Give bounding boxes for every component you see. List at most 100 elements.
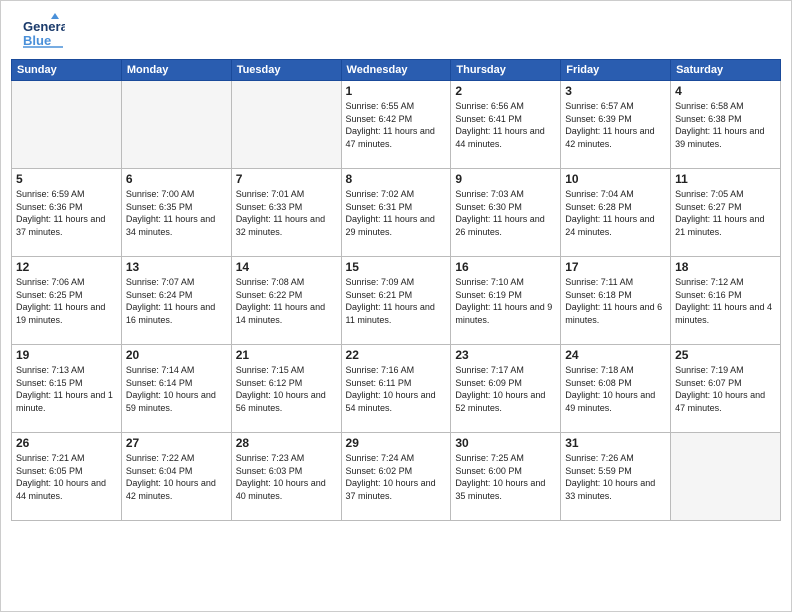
day-cell: 11 Sunrise: 7:05 AMSunset: 6:27 PMDayligh… (671, 169, 781, 257)
calendar-table: SundayMondayTuesdayWednesdayThursdayFrid… (11, 59, 781, 521)
day-number: 5 (16, 172, 117, 186)
day-cell: 3 Sunrise: 6:57 AMSunset: 6:39 PMDaylight… (561, 81, 671, 169)
day-number: 10 (565, 172, 666, 186)
day-info: Sunrise: 7:07 AMSunset: 6:24 PMDaylight:… (126, 276, 227, 326)
day-number: 2 (455, 84, 556, 98)
day-info: Sunrise: 7:23 AMSunset: 6:03 PMDaylight:… (236, 452, 337, 502)
day-number: 22 (346, 348, 447, 362)
day-number: 29 (346, 436, 447, 450)
day-cell: 23 Sunrise: 7:17 AMSunset: 6:09 PMDayligh… (451, 345, 561, 433)
day-number: 4 (675, 84, 776, 98)
svg-text:General: General (23, 19, 65, 34)
day-cell: 5 Sunrise: 6:59 AMSunset: 6:36 PMDaylight… (12, 169, 122, 257)
day-cell: 17 Sunrise: 7:11 AMSunset: 6:18 PMDayligh… (561, 257, 671, 345)
day-cell (121, 81, 231, 169)
calendar-page: General Blue SundayMondayTuesdayWednesda… (0, 0, 792, 612)
day-info: Sunrise: 7:12 AMSunset: 6:16 PMDaylight:… (675, 276, 776, 326)
day-cell: 15 Sunrise: 7:09 AMSunset: 6:21 PMDayligh… (341, 257, 451, 345)
weekday-header-saturday: Saturday (671, 60, 781, 81)
day-number: 14 (236, 260, 337, 274)
day-number: 1 (346, 84, 447, 98)
day-number: 3 (565, 84, 666, 98)
day-info: Sunrise: 7:10 AMSunset: 6:19 PMDaylight:… (455, 276, 556, 326)
header: General Blue (1, 1, 791, 59)
day-number: 12 (16, 260, 117, 274)
day-number: 26 (16, 436, 117, 450)
day-number: 24 (565, 348, 666, 362)
day-cell: 24 Sunrise: 7:18 AMSunset: 6:08 PMDayligh… (561, 345, 671, 433)
day-cell: 18Sunrise: 7:12 AMSunset: 6:16 PMDayligh… (671, 257, 781, 345)
day-info: Sunrise: 7:22 AMSunset: 6:04 PMDaylight:… (126, 452, 227, 502)
weekday-header-sunday: Sunday (12, 60, 122, 81)
day-number: 13 (126, 260, 227, 274)
weekday-header-friday: Friday (561, 60, 671, 81)
day-info: Sunrise: 7:24 AMSunset: 6:02 PMDaylight:… (346, 452, 447, 502)
week-row-3: 19Sunrise: 7:13 AMSunset: 6:15 PMDayligh… (12, 345, 781, 433)
day-cell: 29 Sunrise: 7:24 AMSunset: 6:02 PMDayligh… (341, 433, 451, 521)
week-row-4: 26Sunrise: 7:21 AMSunset: 6:05 PMDayligh… (12, 433, 781, 521)
day-cell (231, 81, 341, 169)
day-number: 30 (455, 436, 556, 450)
day-cell: 30 Sunrise: 7:25 AMSunset: 6:00 PMDayligh… (451, 433, 561, 521)
day-number: 27 (126, 436, 227, 450)
day-number: 25 (675, 348, 776, 362)
day-info: Sunrise: 7:08 AMSunset: 6:22 PMDaylight:… (236, 276, 337, 326)
day-number: 23 (455, 348, 556, 362)
day-info: Sunrise: 7:18 AMSunset: 6:08 PMDaylight:… (565, 364, 666, 414)
day-info: Sunrise: 7:09 AMSunset: 6:21 PMDaylight:… (346, 276, 447, 326)
day-info: Sunrise: 6:59 AMSunset: 6:36 PMDaylight:… (16, 188, 117, 238)
day-info: Sunrise: 7:11 AMSunset: 6:18 PMDaylight:… (565, 276, 666, 326)
day-cell: 25 Sunrise: 7:19 AMSunset: 6:07 PMDayligh… (671, 345, 781, 433)
day-cell: 7Sunrise: 7:01 AMSunset: 6:33 PMDaylight… (231, 169, 341, 257)
day-info: Sunrise: 7:25 AMSunset: 6:00 PMDaylight:… (455, 452, 556, 502)
weekday-header-thursday: Thursday (451, 60, 561, 81)
day-cell: 19Sunrise: 7:13 AMSunset: 6:15 PMDayligh… (12, 345, 122, 433)
day-info: Sunrise: 6:58 AMSunset: 6:38 PMDaylight:… (675, 100, 776, 150)
day-number: 28 (236, 436, 337, 450)
day-info: Sunrise: 7:15 AMSunset: 6:12 PMDaylight:… (236, 364, 337, 414)
weekday-header-row: SundayMondayTuesdayWednesdayThursdayFrid… (12, 60, 781, 81)
day-number: 17 (565, 260, 666, 274)
day-info: Sunrise: 7:19 AMSunset: 6:07 PMDaylight:… (675, 364, 776, 414)
day-cell: 6 Sunrise: 7:00 AMSunset: 6:35 PMDaylight… (121, 169, 231, 257)
day-cell: 26Sunrise: 7:21 AMSunset: 6:05 PMDayligh… (12, 433, 122, 521)
day-cell: 2 Sunrise: 6:56 AMSunset: 6:41 PMDaylight… (451, 81, 561, 169)
day-cell: 20Sunrise: 7:14 AMSunset: 6:14 PMDayligh… (121, 345, 231, 433)
day-info: Sunrise: 7:00 AMSunset: 6:35 PMDaylight:… (126, 188, 227, 238)
day-cell: 27 Sunrise: 7:22 AMSunset: 6:04 PMDayligh… (121, 433, 231, 521)
logo-icon: General Blue (21, 11, 65, 55)
day-number: 9 (455, 172, 556, 186)
day-info: Sunrise: 7:02 AMSunset: 6:31 PMDaylight:… (346, 188, 447, 238)
day-number: 15 (346, 260, 447, 274)
day-cell: 31Sunrise: 7:26 AMSunset: 5:59 PMDayligh… (561, 433, 671, 521)
weekday-header-tuesday: Tuesday (231, 60, 341, 81)
day-info: Sunrise: 6:55 AMSunset: 6:42 PMDaylight:… (346, 100, 447, 150)
day-cell: 16 Sunrise: 7:10 AMSunset: 6:19 PMDayligh… (451, 257, 561, 345)
svg-text:Blue: Blue (23, 33, 51, 48)
day-number: 20 (126, 348, 227, 362)
day-cell: 14 Sunrise: 7:08 AMSunset: 6:22 PMDayligh… (231, 257, 341, 345)
day-cell (12, 81, 122, 169)
day-cell (671, 433, 781, 521)
day-info: Sunrise: 7:13 AMSunset: 6:15 PMDaylight:… (16, 364, 117, 414)
day-info: Sunrise: 7:17 AMSunset: 6:09 PMDaylight:… (455, 364, 556, 414)
day-info: Sunrise: 7:04 AMSunset: 6:28 PMDaylight:… (565, 188, 666, 238)
week-row-0: 1 Sunrise: 6:55 AMSunset: 6:42 PMDaylight… (12, 81, 781, 169)
weekday-header-wednesday: Wednesday (341, 60, 451, 81)
day-cell: 10 Sunrise: 7:04 AMSunset: 6:28 PMDayligh… (561, 169, 671, 257)
day-cell: 22 Sunrise: 7:16 AMSunset: 6:11 PMDayligh… (341, 345, 451, 433)
day-cell: 28 Sunrise: 7:23 AMSunset: 6:03 PMDayligh… (231, 433, 341, 521)
day-number: 16 (455, 260, 556, 274)
day-cell: 21 Sunrise: 7:15 AMSunset: 6:12 PMDayligh… (231, 345, 341, 433)
day-cell: 4 Sunrise: 6:58 AMSunset: 6:38 PMDaylight… (671, 81, 781, 169)
day-info: Sunrise: 6:56 AMSunset: 6:41 PMDaylight:… (455, 100, 556, 150)
day-info: Sunrise: 6:57 AMSunset: 6:39 PMDaylight:… (565, 100, 666, 150)
day-info: Sunrise: 7:05 AMSunset: 6:27 PMDaylight:… (675, 188, 776, 238)
day-number: 6 (126, 172, 227, 186)
day-cell: 12Sunrise: 7:06 AMSunset: 6:25 PMDayligh… (12, 257, 122, 345)
day-number: 21 (236, 348, 337, 362)
day-info: Sunrise: 7:26 AMSunset: 5:59 PMDaylight:… (565, 452, 666, 502)
day-number: 11 (675, 172, 776, 186)
day-number: 7 (236, 172, 337, 186)
day-info: Sunrise: 7:16 AMSunset: 6:11 PMDaylight:… (346, 364, 447, 414)
